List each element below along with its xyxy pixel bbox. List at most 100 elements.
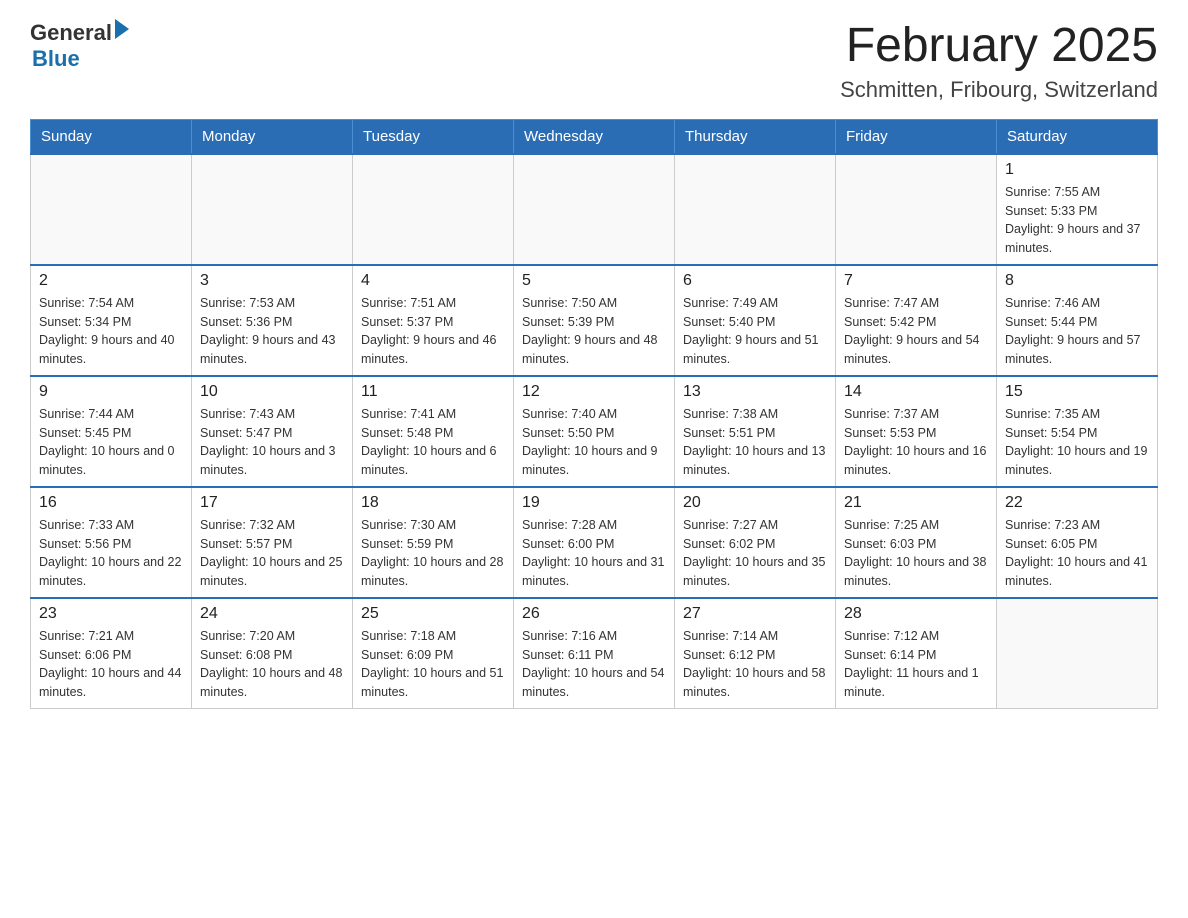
calendar-cell: 28 Sunrise: 7:12 AM Sunset: 6:14 PM Dayli… bbox=[836, 598, 997, 709]
calendar-cell: 2 Sunrise: 7:54 AM Sunset: 5:34 PM Daylig… bbox=[31, 265, 192, 376]
calendar-cell: 25 Sunrise: 7:18 AM Sunset: 6:09 PM Dayli… bbox=[353, 598, 514, 709]
calendar-cell: 21Sunrise: 7:25 AM Sunset: 6:03 PM Dayli… bbox=[836, 487, 997, 598]
logo-arrow-icon bbox=[115, 19, 129, 39]
day-info: Sunrise: 7:21 AM Sunset: 6:06 PM Dayligh… bbox=[39, 627, 183, 702]
calendar-cell: 6 Sunrise: 7:49 AM Sunset: 5:40 PM Daylig… bbox=[675, 265, 836, 376]
day-info: Sunrise: 7:41 AM Sunset: 5:48 PM Dayligh… bbox=[361, 405, 505, 480]
day-info: Sunrise: 7:28 AM Sunset: 6:00 PM Dayligh… bbox=[522, 516, 666, 591]
calendar-cell: 22 Sunrise: 7:23 AM Sunset: 6:05 PM Dayli… bbox=[997, 487, 1158, 598]
col-tuesday: Tuesday bbox=[353, 119, 514, 154]
calendar-cell: 7Sunrise: 7:47 AM Sunset: 5:42 PM Daylig… bbox=[836, 265, 997, 376]
col-sunday: Sunday bbox=[31, 119, 192, 154]
col-thursday: Thursday bbox=[675, 119, 836, 154]
day-info: Sunrise: 7:35 AM Sunset: 5:54 PM Dayligh… bbox=[1005, 405, 1149, 480]
day-info: Sunrise: 7:46 AM Sunset: 5:44 PM Dayligh… bbox=[1005, 294, 1149, 369]
location-subtitle: Schmitten, Fribourg, Switzerland bbox=[840, 77, 1158, 103]
calendar-cell: 23 Sunrise: 7:21 AM Sunset: 6:06 PM Dayli… bbox=[31, 598, 192, 709]
col-friday: Friday bbox=[836, 119, 997, 154]
col-wednesday: Wednesday bbox=[514, 119, 675, 154]
day-info: Sunrise: 7:37 AM Sunset: 5:53 PM Dayligh… bbox=[844, 405, 988, 480]
calendar-cell: 20Sunrise: 7:27 AM Sunset: 6:02 PM Dayli… bbox=[675, 487, 836, 598]
day-info: Sunrise: 7:12 AM Sunset: 6:14 PM Dayligh… bbox=[844, 627, 988, 702]
calendar-week-row-4: 16 Sunrise: 7:33 AM Sunset: 5:56 PM Dayli… bbox=[31, 487, 1158, 598]
day-info: Sunrise: 7:30 AM Sunset: 5:59 PM Dayligh… bbox=[361, 516, 505, 591]
day-info: Sunrise: 7:44 AM Sunset: 5:45 PM Dayligh… bbox=[39, 405, 183, 480]
day-number: 18 bbox=[361, 494, 505, 512]
day-info: Sunrise: 7:53 AM Sunset: 5:36 PM Dayligh… bbox=[200, 294, 344, 369]
day-number: 10 bbox=[200, 383, 344, 401]
day-number: 6 bbox=[683, 272, 827, 290]
day-number: 1 bbox=[1005, 161, 1149, 179]
calendar-cell bbox=[514, 154, 675, 265]
day-number: 22 bbox=[1005, 494, 1149, 512]
title-block: February 2025 Schmitten, Fribourg, Switz… bbox=[840, 20, 1158, 103]
day-number: 20 bbox=[683, 494, 827, 512]
day-info: Sunrise: 7:25 AM Sunset: 6:03 PM Dayligh… bbox=[844, 516, 988, 591]
calendar-cell: 27Sunrise: 7:14 AM Sunset: 6:12 PM Dayli… bbox=[675, 598, 836, 709]
calendar-cell bbox=[31, 154, 192, 265]
day-number: 8 bbox=[1005, 272, 1149, 290]
calendar-cell: 18 Sunrise: 7:30 AM Sunset: 5:59 PM Dayli… bbox=[353, 487, 514, 598]
day-number: 25 bbox=[361, 605, 505, 623]
calendar-week-row-1: 1Sunrise: 7:55 AM Sunset: 5:33 PM Daylig… bbox=[31, 154, 1158, 265]
day-number: 13 bbox=[683, 383, 827, 401]
day-number: 3 bbox=[200, 272, 344, 290]
day-number: 24 bbox=[200, 605, 344, 623]
day-info: Sunrise: 7:16 AM Sunset: 6:11 PM Dayligh… bbox=[522, 627, 666, 702]
day-number: 19 bbox=[522, 494, 666, 512]
col-monday: Monday bbox=[192, 119, 353, 154]
day-number: 23 bbox=[39, 605, 183, 623]
calendar-cell: 15Sunrise: 7:35 AM Sunset: 5:54 PM Dayli… bbox=[997, 376, 1158, 487]
calendar-cell: 4 Sunrise: 7:51 AM Sunset: 5:37 PM Daylig… bbox=[353, 265, 514, 376]
day-number: 4 bbox=[361, 272, 505, 290]
day-number: 9 bbox=[39, 383, 183, 401]
calendar-cell bbox=[675, 154, 836, 265]
col-saturday: Saturday bbox=[997, 119, 1158, 154]
day-info: Sunrise: 7:40 AM Sunset: 5:50 PM Dayligh… bbox=[522, 405, 666, 480]
calendar-week-row-3: 9 Sunrise: 7:44 AM Sunset: 5:45 PM Daylig… bbox=[31, 376, 1158, 487]
day-info: Sunrise: 7:20 AM Sunset: 6:08 PM Dayligh… bbox=[200, 627, 344, 702]
calendar-cell: 8 Sunrise: 7:46 AM Sunset: 5:44 PM Daylig… bbox=[997, 265, 1158, 376]
calendar-cell: 10 Sunrise: 7:43 AM Sunset: 5:47 PM Dayli… bbox=[192, 376, 353, 487]
day-info: Sunrise: 7:14 AM Sunset: 6:12 PM Dayligh… bbox=[683, 627, 827, 702]
day-number: 26 bbox=[522, 605, 666, 623]
calendar-cell: 26 Sunrise: 7:16 AM Sunset: 6:11 PM Dayli… bbox=[514, 598, 675, 709]
day-info: Sunrise: 7:23 AM Sunset: 6:05 PM Dayligh… bbox=[1005, 516, 1149, 591]
calendar-cell: 1Sunrise: 7:55 AM Sunset: 5:33 PM Daylig… bbox=[997, 154, 1158, 265]
day-number: 28 bbox=[844, 605, 988, 623]
calendar-cell: 12Sunrise: 7:40 AM Sunset: 5:50 PM Dayli… bbox=[514, 376, 675, 487]
day-info: Sunrise: 7:51 AM Sunset: 5:37 PM Dayligh… bbox=[361, 294, 505, 369]
day-number: 16 bbox=[39, 494, 183, 512]
calendar-cell: 3 Sunrise: 7:53 AM Sunset: 5:36 PM Daylig… bbox=[192, 265, 353, 376]
month-title: February 2025 bbox=[840, 20, 1158, 73]
day-info: Sunrise: 7:32 AM Sunset: 5:57 PM Dayligh… bbox=[200, 516, 344, 591]
day-number: 5 bbox=[522, 272, 666, 290]
calendar-week-row-5: 23 Sunrise: 7:21 AM Sunset: 6:06 PM Dayli… bbox=[31, 598, 1158, 709]
calendar-cell: 9 Sunrise: 7:44 AM Sunset: 5:45 PM Daylig… bbox=[31, 376, 192, 487]
logo-general-text: General bbox=[30, 20, 112, 46]
calendar-cell bbox=[192, 154, 353, 265]
calendar-cell bbox=[836, 154, 997, 265]
calendar-cell: 14Sunrise: 7:37 AM Sunset: 5:53 PM Dayli… bbox=[836, 376, 997, 487]
calendar-cell: 13 Sunrise: 7:38 AM Sunset: 5:51 PM Dayli… bbox=[675, 376, 836, 487]
day-info: Sunrise: 7:38 AM Sunset: 5:51 PM Dayligh… bbox=[683, 405, 827, 480]
calendar-cell bbox=[997, 598, 1158, 709]
day-info: Sunrise: 7:54 AM Sunset: 5:34 PM Dayligh… bbox=[39, 294, 183, 369]
day-number: 7 bbox=[844, 272, 988, 290]
day-info: Sunrise: 7:33 AM Sunset: 5:56 PM Dayligh… bbox=[39, 516, 183, 591]
calendar-table: Sunday Monday Tuesday Wednesday Thursday… bbox=[30, 119, 1158, 709]
calendar-week-row-2: 2 Sunrise: 7:54 AM Sunset: 5:34 PM Daylig… bbox=[31, 265, 1158, 376]
calendar-cell: 17 Sunrise: 7:32 AM Sunset: 5:57 PM Dayli… bbox=[192, 487, 353, 598]
calendar-cell: 24 Sunrise: 7:20 AM Sunset: 6:08 PM Dayli… bbox=[192, 598, 353, 709]
day-number: 11 bbox=[361, 383, 505, 401]
day-info: Sunrise: 7:18 AM Sunset: 6:09 PM Dayligh… bbox=[361, 627, 505, 702]
day-info: Sunrise: 7:49 AM Sunset: 5:40 PM Dayligh… bbox=[683, 294, 827, 369]
day-info: Sunrise: 7:43 AM Sunset: 5:47 PM Dayligh… bbox=[200, 405, 344, 480]
day-number: 17 bbox=[200, 494, 344, 512]
page-header: General Blue February 2025 Schmitten, Fr… bbox=[30, 20, 1158, 103]
calendar-cell: 19 Sunrise: 7:28 AM Sunset: 6:00 PM Dayli… bbox=[514, 487, 675, 598]
calendar-header-row: Sunday Monday Tuesday Wednesday Thursday… bbox=[31, 119, 1158, 154]
calendar-cell: 5 Sunrise: 7:50 AM Sunset: 5:39 PM Daylig… bbox=[514, 265, 675, 376]
day-info: Sunrise: 7:50 AM Sunset: 5:39 PM Dayligh… bbox=[522, 294, 666, 369]
day-number: 2 bbox=[39, 272, 183, 290]
